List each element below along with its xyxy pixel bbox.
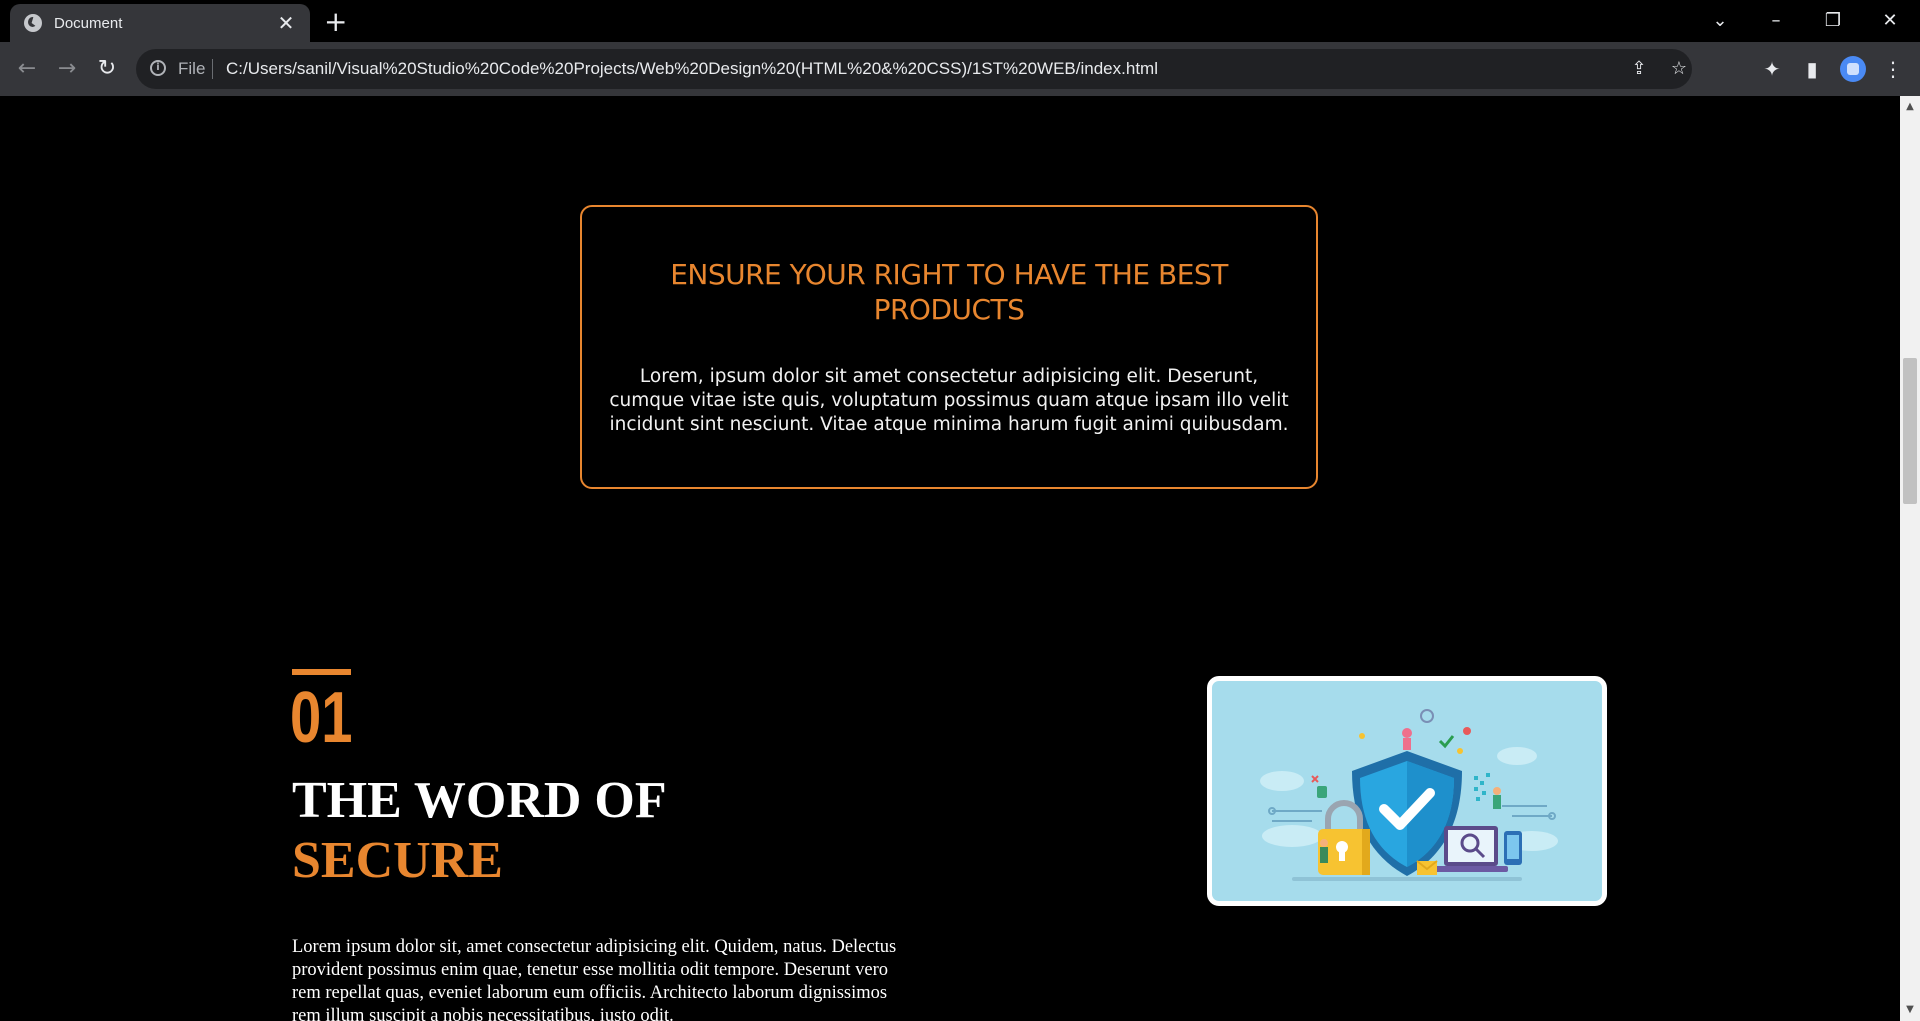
scroll-down-arrow-icon[interactable]: ▼ — [1900, 1003, 1920, 1017]
close-tab-icon[interactable]: ✕ — [276, 13, 296, 33]
feature-number: 01 — [290, 678, 353, 758]
scrollbar-thumb[interactable] — [1903, 358, 1917, 504]
scroll-up-arrow-icon[interactable]: ▲ — [1900, 100, 1920, 114]
browser-toolbar: ← → ↻ i File C:/Users/sanil/Visual%20Stu… — [0, 42, 1920, 96]
minimize-icon[interactable]: – — [1756, 6, 1796, 36]
close-window-icon[interactable]: ✕ — [1870, 6, 1910, 36]
restore-icon[interactable]: ❐ — [1813, 6, 1853, 36]
address-scheme-label: File — [178, 59, 206, 78]
address-divider — [212, 59, 213, 79]
feature-accent-bar — [292, 669, 351, 675]
promo-card: ENSURE YOUR RIGHT TO HAVE THE BEST PRODU… — [580, 205, 1318, 489]
tab-strip: Document ✕ + ⌄ – ❐ ✕ — [0, 0, 1920, 42]
promo-text: Lorem, ipsum dolor sit amet consectetur … — [609, 366, 1289, 435]
forward-icon[interactable]: → — [51, 53, 83, 85]
info-icon[interactable]: i — [150, 60, 166, 76]
back-icon[interactable]: ← — [11, 53, 43, 85]
security-illustration — [1207, 676, 1607, 906]
bookmark-star-icon[interactable]: ☆ — [1668, 58, 1690, 80]
menu-kebab-icon[interactable]: ⋮ — [1878, 54, 1908, 84]
reload-icon[interactable]: ↻ — [91, 53, 123, 85]
page-viewport: ENSURE YOUR RIGHT TO HAVE THE BEST PRODU… — [0, 96, 1900, 1021]
security-shield-icon — [1260, 709, 1558, 881]
browser-tab[interactable]: Document ✕ — [10, 4, 310, 42]
globe-icon — [24, 14, 42, 32]
promo-title: ENSURE YOUR RIGHT TO HAVE THE BEST PRODU… — [670, 258, 1228, 326]
tab-search-chevron-icon[interactable]: ⌄ — [1700, 6, 1740, 36]
profile-avatar[interactable] — [1840, 56, 1866, 82]
share-icon[interactable]: ⇪ — [1628, 58, 1650, 80]
feature-text: Lorem ipsum dolor sit, amet consectetur … — [292, 937, 897, 1021]
address-bar[interactable]: i File C:/Users/sanil/Visual%20Studio%20… — [136, 49, 1692, 89]
feature-heading: THE WORD OF SECURE — [292, 771, 667, 891]
tab-title: Document — [54, 14, 123, 32]
page-scrollbar[interactable]: ▲ ▼ — [1900, 96, 1920, 1021]
feature-heading-line2: SECURE — [292, 832, 503, 889]
address-url[interactable]: C:/Users/sanil/Visual%20Studio%20Code%20… — [226, 49, 1158, 89]
extensions-icon[interactable]: ✦ — [1757, 54, 1787, 84]
feature-heading-line1: THE WORD OF — [292, 772, 667, 829]
side-panel-icon[interactable]: ▮ — [1797, 54, 1827, 84]
new-tab-icon[interactable]: + — [324, 8, 347, 36]
